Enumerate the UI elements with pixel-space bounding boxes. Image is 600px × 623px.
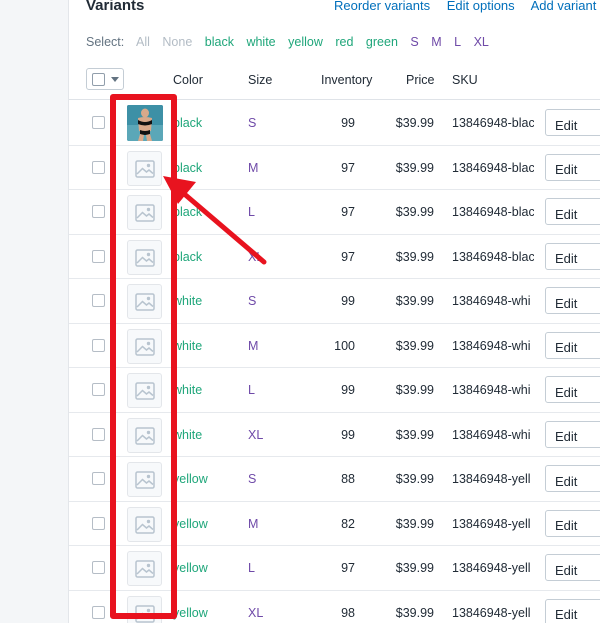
annotation-arrow-icon	[163, 176, 267, 265]
